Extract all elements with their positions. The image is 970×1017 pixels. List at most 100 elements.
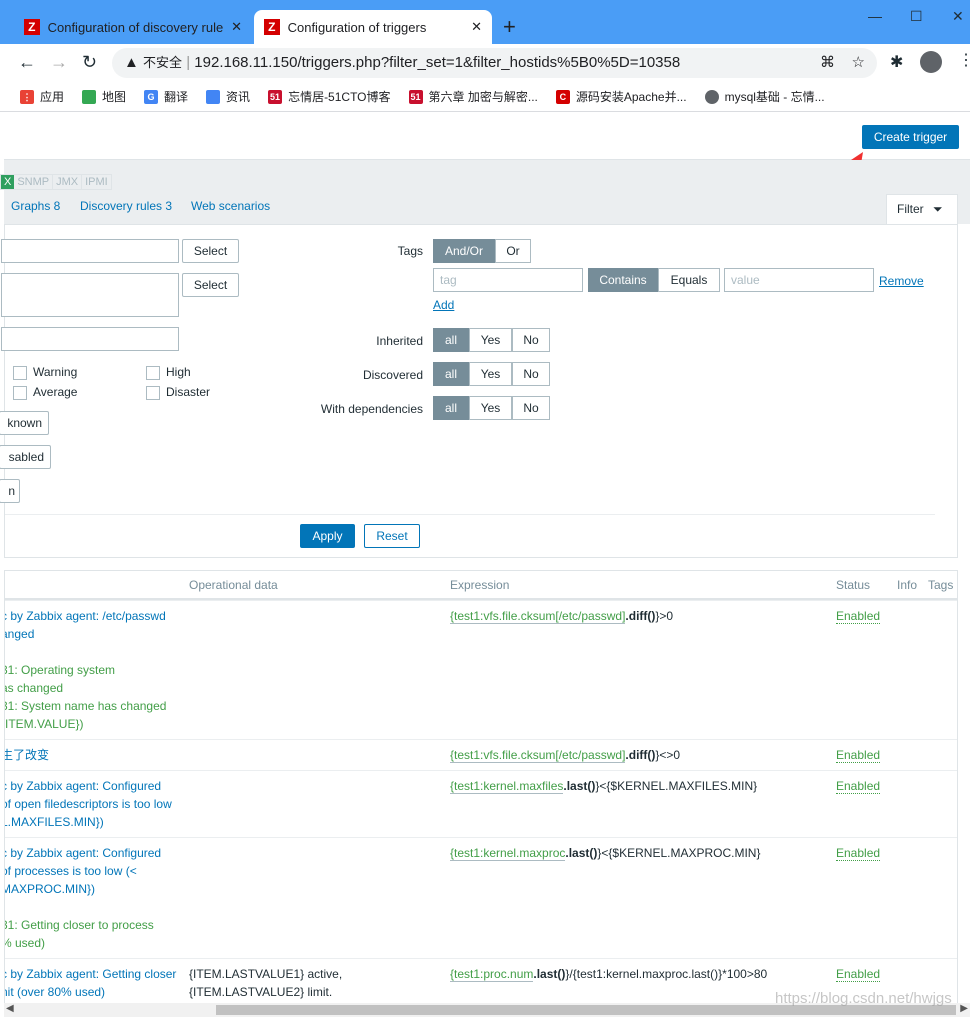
tab-triggers[interactable]: Z Configuration of triggers ✕ <box>254 10 492 44</box>
or-option[interactable]: Or <box>495 239 531 263</box>
expression-item-link[interactable]: {test1:vfs.file.cksum[/etc/passwd] <box>450 748 626 763</box>
add-tag-link[interactable]: Add <box>433 298 454 312</box>
trigger-name-line[interactable]: 生了改变 <box>5 746 49 764</box>
severity-average[interactable]: Average <box>13 385 77 400</box>
translate-icon[interactable]: ⌘ <box>820 48 835 78</box>
profile-avatar[interactable] <box>920 51 942 73</box>
forward-icon[interactable]: → <box>50 52 68 73</box>
trigger-name-line[interactable]: anged <box>5 625 166 643</box>
extensions-icon[interactable]: ✱ <box>890 52 903 72</box>
reload-icon[interactable]: ↻ <box>82 52 97 73</box>
bookmark-apache[interactable]: C 源码安装Apache并... <box>555 88 687 105</box>
expression-item-link[interactable]: {test1:kernel.maxfiles <box>450 779 564 794</box>
bookmark-news[interactable]: 资讯 <box>206 88 250 105</box>
contains-option[interactable]: Contains <box>588 268 658 292</box>
checkbox[interactable] <box>146 365 160 380</box>
all-option[interactable]: all <box>433 328 469 352</box>
bookmark-translate[interactable]: G 翻译 <box>144 88 188 105</box>
close-tab-icon[interactable]: ✕ <box>471 19 482 35</box>
trigger-name-line[interactable]: MAXPROC.MIN}) <box>5 880 161 898</box>
url-bar[interactable]: ▲ 不安全 | 192.168.11.150/triggers.php?filt… <box>112 48 877 78</box>
trigger-name-line[interactable]: 31: System name has changed <box>5 697 166 715</box>
back-icon[interactable]: ← <box>18 52 36 73</box>
maximize-button[interactable]: ☐ <box>910 8 923 25</box>
bookmark-51cto[interactable]: 51 忘情居-51CTO博客 <box>268 88 391 105</box>
status-toggle[interactable]: Enabled <box>836 779 881 794</box>
bookmark-maps[interactable]: 地图 <box>82 88 126 105</box>
status-toggle[interactable]: Enabled <box>836 967 881 982</box>
trigger-name-line[interactable]: c by Zabbix agent: Configured <box>5 777 172 795</box>
no-option[interactable]: No <box>512 362 550 386</box>
filter-tab[interactable]: Filter ⏷ <box>886 194 958 225</box>
tag-value-input[interactable]: value <box>724 268 874 292</box>
trigger-name-line[interactable]: : <box>5 643 166 661</box>
severity-warning[interactable]: Warning <box>13 365 77 380</box>
trigger-name-line[interactable]: nit (over 80% used) <box>5 983 176 1001</box>
yes-option[interactable]: Yes <box>469 328 512 352</box>
new-tab-button[interactable]: + <box>503 14 516 40</box>
tab-discovery-rules[interactable]: Z Configuration of discovery rule ✕ <box>14 10 252 44</box>
reset-button[interactable]: Reset <box>364 524 420 548</box>
discovered-toggle: all Yes No <box>433 362 550 386</box>
scroll-right-icon[interactable]: ▶ <box>960 1003 968 1014</box>
apply-button[interactable]: Apply <box>300 524 355 548</box>
discovery-rules-link[interactable]: Discovery rules 3 <box>80 199 172 213</box>
trigger-name-line[interactable]: % used) <box>5 934 161 952</box>
col-status[interactable]: Status <box>836 578 870 592</box>
expression-item-link[interactable]: {test1:proc.num <box>450 967 534 982</box>
tag-name-input[interactable]: tag <box>433 268 583 292</box>
all-option[interactable]: all <box>433 362 469 386</box>
trigger-name-line[interactable]: of processes is too low (< <box>5 862 161 880</box>
remove-tag-link[interactable]: Remove <box>879 274 924 288</box>
menu-icon[interactable]: ⋮ <box>958 50 970 70</box>
host-groups-input[interactable] <box>1 239 179 263</box>
bookmark-star-icon[interactable]: ☆ <box>852 48 865 78</box>
web-scenarios-link[interactable]: Web scenarios <box>191 199 270 213</box>
no-option[interactable]: No <box>512 396 550 420</box>
yes-option[interactable]: Yes <box>469 362 512 386</box>
hosts-input[interactable] <box>1 273 179 317</box>
trigger-name-line[interactable]: as changed <box>5 679 166 697</box>
trigger-name-line[interactable]: {ITEM.VALUE}) <box>5 715 166 733</box>
trigger-name-line[interactable]: of open filedescriptors is too low <box>5 795 172 813</box>
trigger-name-line[interactable]: 31: Getting closer to process <box>5 916 161 934</box>
no-option[interactable]: No <box>512 328 550 352</box>
trigger-name-line[interactable]: 31: Operating system <box>5 661 166 679</box>
close-tab-icon[interactable]: ✕ <box>231 19 242 35</box>
select-hosts-button[interactable]: Select <box>182 273 239 297</box>
expression: {test1:kernel.maxproc.last()}<{$KERNEL.M… <box>450 844 760 862</box>
trigger-name-line[interactable]: L.MAXFILES.MIN}) <box>5 813 172 831</box>
expression-item-link[interactable]: {test1:kernel.maxproc <box>450 846 566 861</box>
warning-icon: ▲ <box>124 54 139 71</box>
severity-disaster[interactable]: Disaster <box>146 385 210 400</box>
status-toggle[interactable]: Enabled <box>836 748 881 763</box>
state-unknown-button[interactable]: known <box>0 411 49 435</box>
checkbox[interactable] <box>13 385 27 400</box>
yes-option[interactable]: Yes <box>469 396 512 420</box>
scroll-left-icon[interactable]: ◀ <box>6 1003 14 1014</box>
trigger-name-line[interactable]: c by Zabbix agent: Configured <box>5 844 161 862</box>
minimize-button[interactable]: — <box>868 8 882 24</box>
equals-option[interactable]: Equals <box>658 268 720 292</box>
expression-item-link[interactable]: {test1:vfs.file.cksum[/etc/passwd] <box>450 609 626 624</box>
and-or-option[interactable]: And/Or <box>433 239 495 263</box>
status-toggle[interactable]: Enabled <box>836 846 881 861</box>
all-option[interactable]: all <box>433 396 469 420</box>
checkbox[interactable] <box>146 385 160 400</box>
graphs-link[interactable]: Graphs 8 <box>11 199 60 213</box>
checkbox[interactable] <box>13 365 27 380</box>
severity-high[interactable]: High <box>146 365 191 380</box>
bookmark-chapter6[interactable]: 51 第六章 加密与解密... <box>408 88 538 105</box>
bookmark-apps[interactable]: ⋮ 应用 <box>20 88 64 105</box>
trigger-name-line[interactable]: c by Zabbix agent: Getting closer <box>5 965 176 983</box>
option-button[interactable]: n <box>0 479 20 503</box>
create-trigger-button[interactable]: Create trigger <box>862 125 959 149</box>
trigger-name-line[interactable]: : <box>5 898 161 916</box>
select-host-groups-button[interactable]: Select <box>182 239 239 263</box>
status-disabled-button[interactable]: sabled <box>0 445 51 469</box>
status-toggle[interactable]: Enabled <box>836 609 881 624</box>
close-window-button[interactable]: ✕ <box>952 8 964 25</box>
name-input[interactable] <box>1 327 179 351</box>
trigger-name-line[interactable]: c by Zabbix agent: /etc/passwd <box>5 607 166 625</box>
bookmark-mysql[interactable]: mysql基础 - 忘情... <box>704 88 825 105</box>
